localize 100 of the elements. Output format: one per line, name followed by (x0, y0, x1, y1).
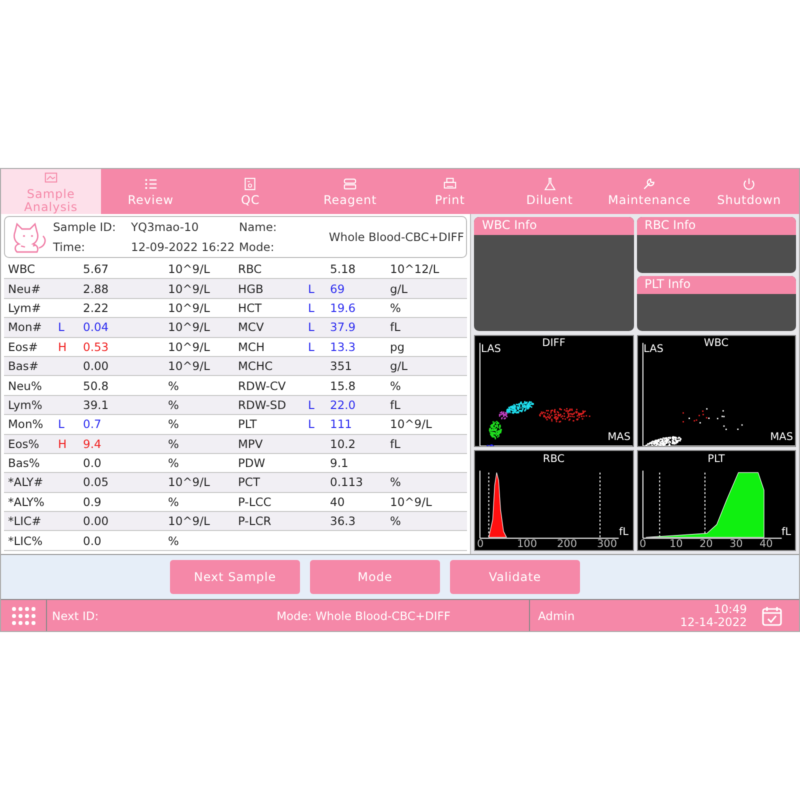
result-value: 10.2 (330, 436, 357, 451)
unit: fL (390, 436, 402, 451)
tab-icon (542, 176, 558, 192)
unit: % (168, 417, 180, 432)
parameter-name: Neu# (8, 282, 42, 296)
parameter-name: MCV (238, 320, 265, 334)
tab-icon (342, 176, 358, 192)
unit: 10^12/L (390, 262, 440, 276)
result-value: 13.3 (330, 340, 357, 354)
chart-title: RBC (542, 454, 565, 464)
result-value: 15.8 (330, 378, 357, 393)
unit: fL (390, 398, 402, 412)
field-label: Time: (53, 240, 86, 254)
nav-tab[interactable]: Review (100, 169, 200, 214)
parameter-name: RDW-CV (238, 378, 287, 393)
tick-label: 20 (700, 538, 713, 549)
result-value: 69 (330, 282, 346, 296)
clock-date: 12-14-2022 (680, 616, 747, 628)
unit: 10^9/L (168, 475, 211, 490)
unit: % (168, 534, 180, 548)
flag-label: L (58, 417, 66, 432)
unit: % (168, 436, 180, 451)
axis-label: fL (781, 526, 791, 537)
histogram-drawing (488, 472, 507, 538)
marker-line (488, 472, 490, 539)
field-label: Sample ID: (53, 220, 117, 234)
result-value: 2.88 (83, 282, 110, 296)
result-value: 0.04 (83, 320, 110, 334)
axis-label: fL (618, 526, 628, 537)
parameter-name: *ALY% (8, 494, 46, 509)
next-id-label: Next ID: (52, 608, 99, 622)
parameter-name: Neu% (8, 378, 43, 393)
unit: 10^9/L (390, 417, 433, 432)
unit: fL (390, 320, 402, 334)
sample-mode: Whole Blood-CBC+DIFF (328, 230, 465, 244)
sample-id: YQ3mao-10 (131, 220, 200, 234)
axis-label: MAS (770, 432, 793, 442)
parameter-name: HCT (238, 300, 263, 315)
result-value: 0.0 (83, 534, 102, 548)
parameter-name: Eos% (8, 436, 40, 451)
unit: 10^9/L (168, 262, 211, 276)
result-value: 37.9 (330, 320, 357, 334)
parameter-name: PDW (238, 456, 266, 470)
parameter-name: *LIC# (8, 514, 42, 528)
nav-tab[interactable]: Sample Analysis (1, 169, 101, 214)
tick-label: 0 (640, 538, 646, 549)
unit: 10^9/L (168, 514, 211, 528)
chart-title: DIFF (542, 338, 566, 348)
unit: % (168, 378, 180, 393)
nav-tab[interactable]: Shutdown (699, 169, 799, 214)
panel-title: PLT Info (636, 276, 796, 294)
unit: 10^9/L (168, 282, 211, 296)
parameter-name: *LIC% (8, 534, 44, 548)
action-button[interactable]: Validate (450, 560, 580, 594)
nav-tab[interactable]: QC (200, 169, 300, 214)
nav-tab[interactable]: Print (400, 169, 500, 214)
result-value: 2.22 (83, 300, 110, 315)
parameter-name: MCHC (238, 359, 274, 374)
unit: % (168, 456, 180, 470)
parameter-name: P-LCR (238, 514, 272, 528)
action-button[interactable]: Next Sample (170, 560, 300, 594)
tick-label: 10 (670, 538, 683, 549)
result-value: 111 (330, 417, 353, 432)
nav-tab[interactable]: Diluent (500, 169, 600, 214)
nav-tab[interactable]: Reagent (300, 169, 400, 214)
tick-label: 30 (730, 538, 743, 549)
unit: g/L (390, 282, 409, 296)
action-button[interactable]: Mode (310, 560, 440, 594)
panel-title: RBC Info (636, 217, 796, 235)
panel-title: WBC Info (474, 217, 634, 235)
result-value: 5.18 (330, 262, 357, 276)
user-name: Admin (538, 608, 575, 622)
chart-title: WBC (704, 338, 729, 348)
parameter-name: Lym% (8, 398, 44, 412)
flag-label: H (58, 340, 68, 354)
axis-label: LAS (644, 344, 664, 354)
result-value: 0.7 (83, 417, 102, 432)
sample-time: 12-09-2022 16:22 (131, 240, 236, 254)
parameter-name: Bas# (8, 359, 40, 374)
field-label: Mode: (239, 240, 276, 254)
status-mode: Mode: Whole Blood-CBC+DIFF (276, 608, 451, 622)
result-value: 19.6 (330, 300, 357, 315)
flag-label: L (308, 320, 316, 334)
tick-label: 200 (557, 538, 578, 549)
flag-label: L (308, 398, 316, 412)
result-value: 0.53 (83, 340, 110, 354)
unit: % (390, 475, 402, 490)
tab-icon (242, 176, 258, 192)
unit: pg (390, 340, 406, 354)
parameter-name: Eos# (8, 340, 39, 354)
axis-label: LAS (481, 344, 501, 354)
parameter-name: HGB (238, 282, 264, 296)
parameter-name: WBC (8, 262, 36, 276)
result-value: 39.1 (83, 398, 110, 412)
calendar-button[interactable] (761, 604, 783, 626)
parameter-name: MCH (238, 340, 266, 354)
result-value: 50.8 (83, 378, 110, 393)
unit: % (390, 300, 402, 315)
flag-label: L (308, 340, 316, 354)
nav-tab[interactable]: Maintenance (600, 169, 700, 214)
